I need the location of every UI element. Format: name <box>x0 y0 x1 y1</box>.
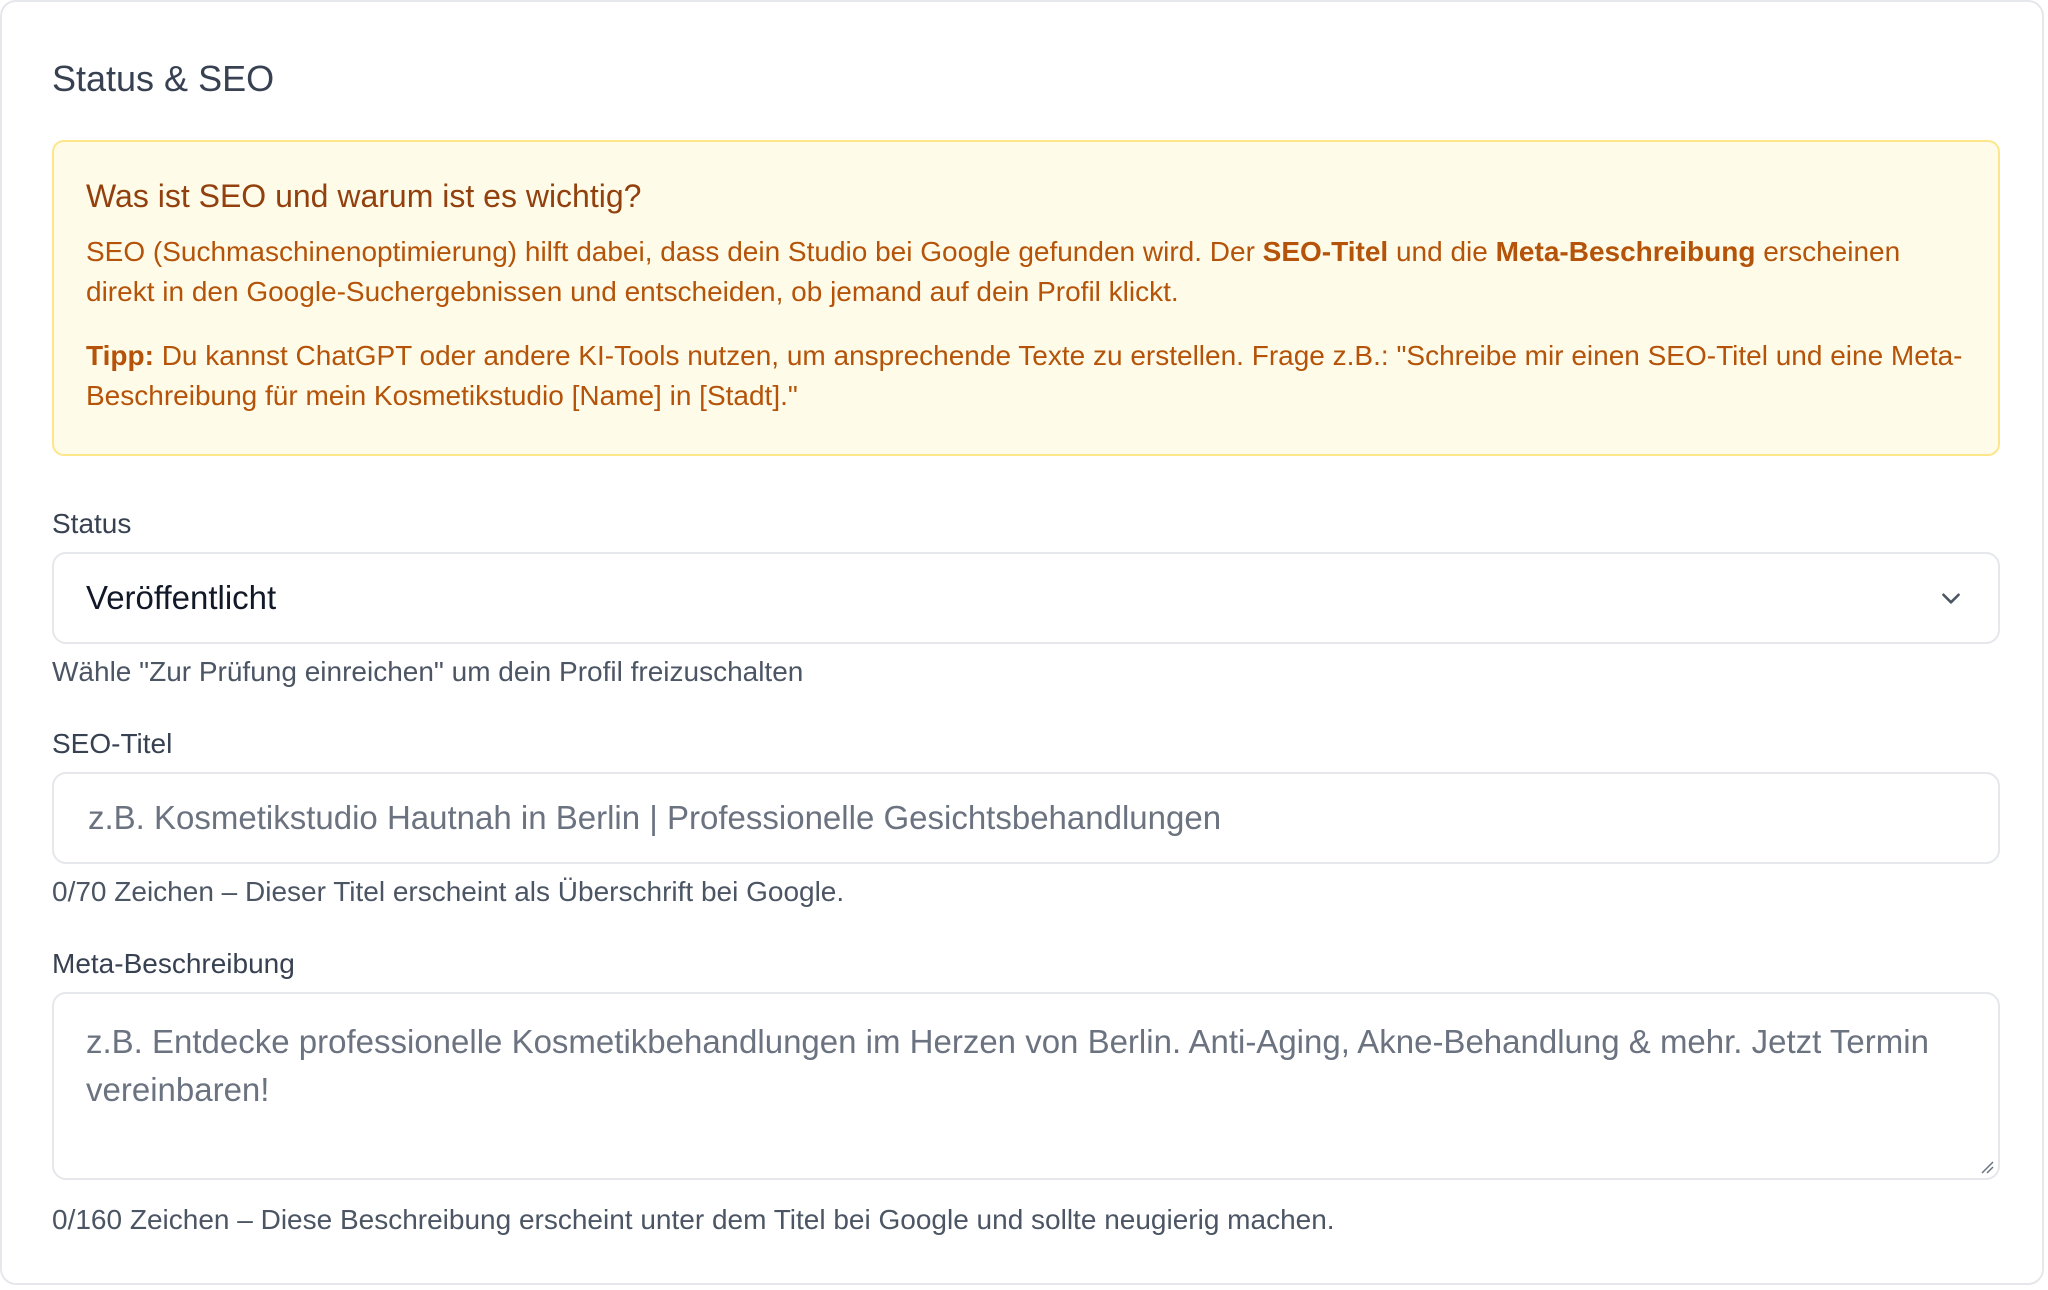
resize-grip-icon[interactable] <box>1978 1158 1994 1174</box>
seo-title-help-text: 0/70 Zeichen – Dieser Titel erscheint al… <box>52 876 845 907</box>
tip-label: Tipp: <box>86 340 154 371</box>
card-title: Status & SEO <box>52 58 275 99</box>
status-selected-value: Veröffentlicht <box>86 579 277 616</box>
chevron-down-icon <box>1936 583 1966 613</box>
info-highlight-meta-description: Meta-Beschreibung <box>1495 236 1756 267</box>
seo-title-field <box>52 772 2000 864</box>
status-label: Status <box>52 508 132 539</box>
info-highlight-seo-title: SEO-Titel <box>1262 236 1389 267</box>
info-text: und die <box>1388 236 1496 267</box>
status-seo-card: Status & SEO Was ist SEO und warum ist e… <box>0 0 2044 1285</box>
info-heading: Was ist SEO und warum ist es wichtig? <box>86 178 642 214</box>
meta-description-textarea[interactable] <box>86 1018 1966 1154</box>
meta-description-label: Meta-Beschreibung <box>52 948 295 979</box>
meta-description-field <box>52 992 2000 1180</box>
info-text: SEO (Suchmaschinenoptimierung) hilft dab… <box>86 236 1263 267</box>
tip-paragraph: Tipp: Du kannst ChatGPT oder andere KI-T… <box>86 336 1966 416</box>
status-select[interactable]: Veröffentlicht <box>52 552 2000 644</box>
seo-title-input[interactable] <box>86 798 1966 838</box>
seo-title-label: SEO-Titel <box>52 728 173 759</box>
meta-description-help-text: 0/160 Zeichen – Diese Beschreibung ersch… <box>52 1204 1335 1235</box>
info-paragraph: SEO (Suchmaschinenoptimierung) hilft dab… <box>86 232 1966 312</box>
seo-info-box: Was ist SEO und warum ist es wichtig? SE… <box>52 140 2000 456</box>
status-help-text: Wähle "Zur Prüfung einreichen" um dein P… <box>52 656 804 687</box>
tip-text: Du kannst ChatGPT oder andere KI-Tools n… <box>86 340 1963 411</box>
